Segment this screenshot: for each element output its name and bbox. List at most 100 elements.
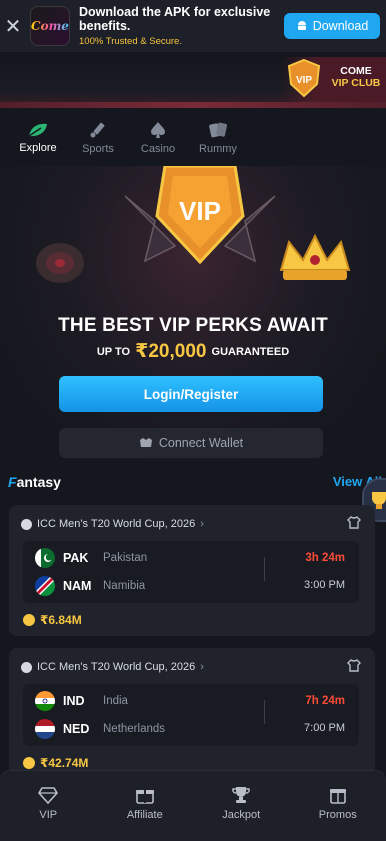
team-code: NED bbox=[63, 722, 90, 736]
cards-icon bbox=[209, 122, 228, 138]
flag-pakistan-icon bbox=[35, 548, 55, 568]
wallet-icon bbox=[139, 438, 152, 447]
league-name: ICC Men's T20 World Cup, 2026 bbox=[37, 518, 196, 530]
league-name: ICC Men's T20 World Cup, 2026 bbox=[37, 661, 196, 673]
match-divider bbox=[264, 557, 265, 581]
team-name: Namibia bbox=[103, 580, 146, 592]
tab-explore[interactable]: Explore bbox=[8, 110, 68, 166]
tab-rummy-label: Rummy bbox=[199, 143, 237, 155]
tab-casino[interactable]: Casino bbox=[128, 110, 188, 166]
gift-icon bbox=[135, 790, 154, 804]
coin-icon bbox=[23, 614, 35, 626]
hero-subheading: UP TO ₹20,000 GUARANTEED bbox=[0, 340, 386, 363]
team-code: NAM bbox=[63, 579, 92, 593]
cricket-ball-icon bbox=[21, 661, 32, 673]
flag-netherlands-icon bbox=[35, 719, 55, 739]
strip-divider bbox=[0, 102, 386, 108]
apk-banner: ✕ Come Download the APK for exclusive be… bbox=[0, 0, 386, 52]
tab-rummy[interactable]: Rummy bbox=[188, 110, 248, 166]
coin-icon bbox=[23, 757, 35, 769]
nav-affiliate[interactable]: Affiliate bbox=[97, 771, 194, 841]
cricket-ball-icon bbox=[21, 518, 32, 530]
team-row: NAM Namibia bbox=[35, 576, 145, 596]
team-name: Pakistan bbox=[103, 552, 148, 564]
match-countdown: 3h 24m bbox=[305, 552, 345, 564]
present-icon bbox=[329, 789, 346, 804]
tab-casino-label: Casino bbox=[140, 143, 176, 155]
match-time: 3:00 PM bbox=[304, 579, 345, 591]
nav-promos-label: Promos bbox=[318, 809, 357, 821]
prize-amount: ₹42.74M bbox=[40, 756, 89, 770]
tab-sports[interactable]: Sports bbox=[68, 110, 128, 166]
nav-affiliate-label: Affiliate bbox=[126, 809, 163, 821]
jersey-icon bbox=[347, 516, 361, 529]
spade-icon bbox=[151, 122, 165, 138]
vip-shield-text: VIP bbox=[296, 75, 312, 86]
match-time: 7:00 PM bbox=[304, 722, 345, 734]
nav-vip-label: VIP bbox=[39, 809, 58, 821]
nav-jackpot[interactable]: Jackpot bbox=[193, 771, 290, 841]
main-tabs: Explore Sports Casino Rummy bbox=[0, 110, 386, 166]
hero-sub-prefix: UP TO bbox=[96, 346, 131, 358]
trophy-icon bbox=[232, 787, 251, 803]
download-button[interactable]: Download bbox=[284, 13, 380, 39]
poker-chip-icon bbox=[36, 243, 84, 283]
page: ✕ Come Download the APK for exclusive be… bbox=[0, 0, 386, 841]
connect-wallet-button[interactable]: Connect Wallet bbox=[59, 428, 323, 458]
chevron-right-icon: › bbox=[200, 661, 204, 673]
apk-text: Download the APK for exclusive benefits.… bbox=[79, 5, 284, 47]
vip-club-text: COME VIP CLUB bbox=[328, 65, 384, 89]
apk-subtitle: 100% Trusted & Secure. bbox=[79, 36, 182, 47]
match-box: PAK Pakistan NAM Namibia 3h 24m 3:00 PM bbox=[23, 541, 359, 603]
login-register-button[interactable]: Login/Register bbox=[59, 376, 323, 412]
vip-club-strip[interactable]: VIP COME VIP CLUB bbox=[0, 52, 386, 108]
hero-sub-amount: ₹20,000 bbox=[135, 341, 207, 362]
match-box: IND India NED Netherlands 7h 24m 7:00 PM bbox=[23, 684, 359, 746]
fantasy-title-rest: antasy bbox=[16, 474, 61, 490]
fantasy-header: Fantasy View All bbox=[8, 474, 386, 494]
vip-club-line1: COME bbox=[340, 65, 372, 77]
leaf-icon bbox=[28, 123, 47, 137]
match-card[interactable]: ICC Men's T20 World Cup, 2026 › PAK Paki… bbox=[9, 505, 375, 636]
tab-sports-label: Sports bbox=[82, 143, 114, 155]
team-row: NED Netherlands bbox=[35, 719, 165, 739]
cricket-bat-icon bbox=[90, 122, 105, 138]
match-divider bbox=[264, 700, 265, 724]
match-card[interactable]: ICC Men's T20 World Cup, 2026 › IND Indi… bbox=[9, 648, 375, 779]
team-name: Netherlands bbox=[103, 723, 166, 735]
flag-india-icon bbox=[35, 691, 55, 711]
league-title[interactable]: ICC Men's T20 World Cup, 2026 › bbox=[21, 661, 204, 673]
hero-sub-suffix: GUARANTEED bbox=[211, 346, 290, 358]
league-title[interactable]: ICC Men's T20 World Cup, 2026 › bbox=[21, 518, 204, 530]
connect-wallet-label: Connect Wallet bbox=[158, 436, 244, 450]
fantasy-title: Fantasy bbox=[8, 474, 61, 490]
app-logo: Come bbox=[30, 6, 70, 46]
vip-shield-icon: VIP bbox=[287, 58, 321, 98]
team-row: IND India bbox=[35, 691, 128, 711]
prize-amount: ₹6.84M bbox=[40, 613, 82, 627]
app-logo-text: Come bbox=[31, 19, 69, 33]
bottom-nav: VIP Affiliate Jackpot Promos bbox=[0, 770, 386, 841]
nav-promos[interactable]: Promos bbox=[290, 771, 386, 841]
team-row: PAK Pakistan bbox=[35, 548, 147, 568]
nav-vip[interactable]: VIP bbox=[0, 771, 97, 841]
prize-pool: ₹42.74M bbox=[23, 756, 88, 770]
vip-club-line2: VIP CLUB bbox=[331, 77, 381, 89]
fantasy-title-first: F bbox=[8, 474, 17, 490]
download-label: Download bbox=[312, 19, 369, 33]
match-countdown: 7h 24m bbox=[305, 695, 345, 707]
tab-explore-label: Explore bbox=[19, 142, 57, 154]
team-code: PAK bbox=[63, 551, 89, 565]
apk-title: Download the APK for exclusive benefits. bbox=[79, 5, 271, 33]
crown-icon bbox=[279, 233, 351, 280]
team-code: IND bbox=[63, 694, 85, 708]
close-icon[interactable]: ✕ bbox=[0, 0, 26, 52]
chevron-right-icon: › bbox=[200, 518, 204, 530]
jersey-icon bbox=[347, 659, 361, 672]
nav-jackpot-label: Jackpot bbox=[222, 809, 261, 821]
android-icon bbox=[297, 21, 306, 30]
prize-pool: ₹6.84M bbox=[23, 613, 82, 627]
hero-heading: THE BEST VIP PERKS AWAIT bbox=[58, 315, 328, 336]
team-name: India bbox=[103, 695, 128, 707]
vip-emblem-text: VIP bbox=[179, 196, 221, 226]
